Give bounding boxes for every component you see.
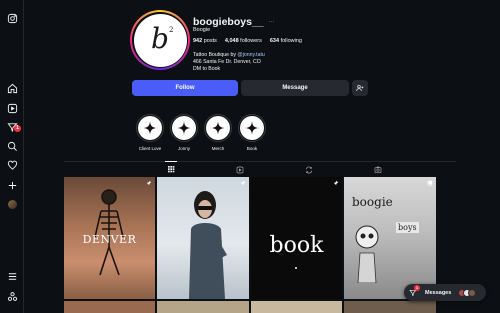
tab-tagged[interactable] bbox=[372, 164, 384, 176]
logo-letter: b bbox=[151, 22, 169, 55]
logo-superscript: 2 bbox=[169, 25, 174, 34]
profile-tabs bbox=[64, 161, 456, 177]
post-row2-3[interactable] bbox=[251, 301, 342, 313]
highlight-book[interactable]: Book bbox=[238, 114, 266, 151]
denver-text: DENVER bbox=[82, 233, 137, 246]
heart-icon[interactable] bbox=[6, 159, 18, 171]
full-name: Boogie bbox=[193, 27, 211, 33]
tab-reels[interactable] bbox=[234, 164, 246, 176]
bio-mention-link[interactable]: @jonny.tatu bbox=[237, 52, 264, 58]
sparkle-icon bbox=[211, 121, 225, 135]
follow-button[interactable]: Follow bbox=[132, 80, 238, 96]
profile-avatar-icon[interactable] bbox=[6, 198, 18, 210]
bio-cta: DM to Book bbox=[193, 66, 221, 72]
person-photo-illustration bbox=[189, 191, 227, 299]
highlight-client-love[interactable]: Client Love bbox=[136, 114, 164, 151]
pin-icon bbox=[146, 180, 152, 186]
sparkle-icon bbox=[245, 121, 259, 135]
highlight-label: Merch bbox=[211, 146, 225, 151]
grid-icon bbox=[168, 166, 175, 173]
profile-stats: 942 posts 4,048 followers 634 following bbox=[193, 38, 302, 44]
bio-address: 466 Santa Fe Dr. Denver, CO bbox=[193, 59, 261, 65]
messages-label: Messages bbox=[425, 289, 452, 296]
boogie-text: boogie bbox=[352, 195, 393, 209]
message-button[interactable]: Message bbox=[241, 80, 349, 96]
avatar bbox=[468, 288, 477, 297]
profile-bio: Tattoo Boutique by @jonny.tatu 466 Santa… bbox=[193, 52, 265, 73]
repost-icon bbox=[306, 166, 312, 174]
skeleton-tattoo-illustration bbox=[94, 189, 124, 276]
post-boogieboys-sign[interactable]: boogie boys bbox=[344, 177, 436, 299]
story-highlights: Client Love Jonny Merch Book bbox=[136, 114, 266, 151]
post-row2-2[interactable] bbox=[157, 301, 249, 313]
messages-bar[interactable]: 1 Messages bbox=[404, 284, 486, 301]
followers-stat[interactable]: 4,048 followers bbox=[225, 38, 262, 44]
brand-logo: b 2 bbox=[133, 13, 187, 67]
bio-text: Tattoo Boutique by bbox=[193, 52, 238, 58]
highlight-label: Client Love bbox=[138, 146, 162, 151]
search-icon[interactable] bbox=[6, 140, 18, 152]
sparkle-icon bbox=[143, 121, 157, 135]
sparkle-icon bbox=[177, 121, 191, 135]
create-plus-icon[interactable] bbox=[6, 179, 18, 191]
pin-icon bbox=[240, 180, 246, 186]
messages-badge: 1 bbox=[414, 285, 420, 291]
suggest-user-button[interactable] bbox=[352, 80, 368, 96]
reels-icon bbox=[236, 166, 244, 174]
post-denver-skeleton[interactable]: DENVER bbox=[64, 177, 155, 299]
notification-badge: 1 bbox=[14, 125, 21, 132]
tab-reposts[interactable] bbox=[303, 164, 315, 176]
posts-grid: DENVER book boogie boys bbox=[64, 177, 456, 313]
profile-avatar[interactable]: b 2 bbox=[130, 10, 190, 70]
post-portrait[interactable] bbox=[157, 177, 249, 299]
message-avatars bbox=[458, 288, 477, 297]
book-dot bbox=[295, 267, 297, 269]
home-icon[interactable] bbox=[6, 82, 18, 94]
tab-posts[interactable] bbox=[165, 161, 177, 173]
profile-page: b 2 boogieboys__ ··· Boogie 942 posts 4,… bbox=[24, 0, 500, 313]
add-user-icon bbox=[356, 85, 364, 92]
carousel-icon bbox=[427, 180, 433, 186]
reels-icon[interactable] bbox=[6, 102, 18, 114]
highlight-label: Book bbox=[246, 146, 258, 151]
highlight-jonny[interactable]: Jonny bbox=[170, 114, 198, 151]
book-text: book bbox=[269, 233, 324, 258]
menu-icon[interactable] bbox=[6, 270, 18, 282]
posts-stat: 942 posts bbox=[193, 38, 217, 44]
following-stat[interactable]: 634 following bbox=[270, 38, 302, 44]
post-row2-1[interactable] bbox=[64, 301, 155, 313]
pin-icon bbox=[333, 180, 339, 186]
highlight-merch[interactable]: Merch bbox=[204, 114, 232, 151]
instagram-logo-icon[interactable] bbox=[6, 12, 18, 24]
sidebar-nav: 1 bbox=[0, 0, 24, 313]
boys-text: boys bbox=[396, 222, 419, 233]
more-apps-icon[interactable] bbox=[6, 290, 18, 302]
highlight-label: Jonny bbox=[177, 146, 190, 151]
more-options-icon[interactable]: ··· bbox=[269, 19, 275, 25]
messenger-icon[interactable]: 1 bbox=[6, 121, 21, 133]
tagged-icon bbox=[374, 166, 382, 173]
skull-art-illustration bbox=[355, 225, 379, 283]
post-book[interactable]: book bbox=[251, 177, 342, 299]
post-row2-4[interactable] bbox=[344, 301, 436, 313]
